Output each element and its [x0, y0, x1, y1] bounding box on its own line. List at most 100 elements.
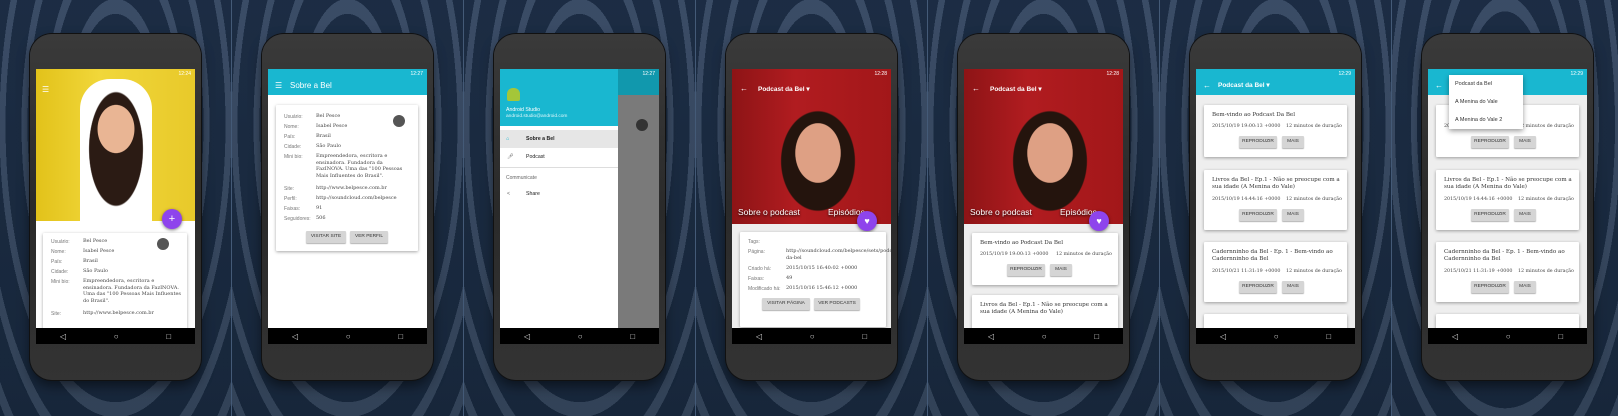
tab-sobre-podcast[interactable]: Sobre o podcast: [738, 207, 800, 217]
recents-icon[interactable]: □: [1094, 332, 1099, 341]
home-icon[interactable]: ○: [1042, 332, 1047, 341]
value-modificado: 2015/10/16 15:46:12 +0000: [786, 285, 858, 291]
home-icon[interactable]: ○: [810, 332, 815, 341]
share-icon: <: [507, 191, 511, 197]
favorite-fab-button[interactable]: ♥: [857, 211, 877, 231]
podcast-header-photo: [964, 69, 1123, 224]
back-arrow-icon[interactable]: ←: [740, 84, 748, 93]
value-minibio: Empreendedora, escritora e ensinadora. F…: [316, 153, 403, 179]
recents-icon[interactable]: □: [166, 332, 171, 341]
more-button[interactable]: MAIS: [1514, 281, 1536, 293]
drawer-header: Android Studio android.studio@android.co…: [500, 69, 618, 126]
page-title: Sobre a Bel: [290, 81, 332, 90]
screen-about: 12:27 ☰ Sobre a Bel Usuário: Bel Pesce N…: [268, 69, 427, 344]
back-icon[interactable]: ◁: [60, 332, 66, 341]
add-fab-button[interactable]: +: [162, 209, 182, 229]
menu-item[interactable]: A Menina do Vale 2: [1449, 111, 1523, 129]
back-icon[interactable]: ◁: [988, 332, 994, 341]
view-podcasts-button[interactable]: VER PODCASTS: [814, 298, 860, 310]
back-icon[interactable]: ◁: [1220, 332, 1226, 341]
more-button[interactable]: MAIS: [1514, 136, 1536, 148]
divider: [500, 167, 618, 168]
home-icon[interactable]: ○: [114, 332, 119, 341]
value-faixas: 91: [316, 205, 323, 211]
back-icon[interactable]: ◁: [524, 332, 530, 341]
recents-icon[interactable]: □: [862, 332, 867, 341]
screen-podcast-about: 12:28 ← Podcast da Bel ▾ Sobre o podcast…: [732, 69, 891, 344]
episode-title: Livros da Bel - Ep.1 - Não se preocupe c…: [1444, 177, 1572, 190]
label-faixas: Faixas:: [748, 276, 765, 282]
more-button[interactable]: MAIS: [1282, 136, 1304, 148]
phone-frame: 12:28 ← Podcast da Bel ▾ Sobre o podcast…: [958, 34, 1129, 380]
back-arrow-icon[interactable]: ←: [1435, 79, 1443, 93]
home-icon[interactable]: ○: [1506, 332, 1511, 341]
episode-date: 2015/10/19 14:44:16 +0000: [1212, 197, 1281, 202]
episode-card: Bem-vindo ao Podcast Da Bel 2015/10/19 1…: [972, 233, 1118, 285]
menu-item[interactable]: A Menina do Vale: [1449, 93, 1523, 111]
home-icon[interactable]: ○: [578, 332, 583, 341]
play-button[interactable]: REPRODUZIR: [1239, 281, 1277, 293]
label-pagina: Página:: [748, 249, 765, 255]
play-button[interactable]: REPRODUZIR: [1471, 136, 1509, 148]
app-bar: 12:29 ← Podcast da Bel ▾: [1196, 69, 1355, 95]
screenshot-1: 12:24 ☰ + Usuário: Bel Pesce Nome: Isabe…: [0, 0, 231, 416]
more-button[interactable]: MAIS: [1514, 209, 1536, 221]
scrim[interactable]: [618, 95, 659, 328]
podcast-selector[interactable]: Podcast da Bel ▾: [990, 85, 1042, 93]
view-profile-button[interactable]: VER PERFIL: [350, 231, 388, 243]
drawer-item-sobre[interactable]: ⌂ Sobre a Bel: [500, 130, 618, 148]
android-logo-icon: [507, 88, 520, 101]
back-icon[interactable]: ◁: [756, 332, 762, 341]
status-bar: 12:24: [178, 71, 191, 77]
recents-icon[interactable]: □: [1326, 332, 1331, 341]
play-button[interactable]: REPRODUZIR: [1007, 264, 1045, 276]
label-usuario: Usuário:: [284, 114, 303, 120]
more-button[interactable]: MAIS: [1282, 209, 1304, 221]
back-icon[interactable]: ◁: [292, 332, 298, 341]
nav-bar: ◁ ○ □: [1196, 328, 1355, 344]
home-icon[interactable]: ○: [346, 332, 351, 341]
play-button[interactable]: REPRODUZIR: [1471, 209, 1509, 221]
tab-sobre-podcast[interactable]: Sobre o podcast: [970, 207, 1032, 217]
label-perfil: Perfil:: [284, 196, 297, 202]
visit-page-button[interactable]: VISITAR PÁGINA: [762, 298, 810, 310]
menu-item[interactable]: Podcast da Bel: [1449, 75, 1523, 93]
episode-duration: 12 minutos de duração: [1518, 197, 1574, 202]
play-button[interactable]: REPRODUZIR: [1239, 136, 1277, 148]
podcast-dropdown-menu: Podcast da Bel A Menina do Vale A Menina…: [1449, 75, 1523, 129]
play-button[interactable]: REPRODUZIR: [1471, 281, 1509, 293]
episode-date: 2015/10/19 19:00:13 +0000: [980, 252, 1049, 257]
phone-frame: 12:29 ← Podcast da Bel ▾ Bem-vindo ao Po…: [1190, 34, 1361, 380]
nav-bar: ◁ ○ □: [964, 328, 1123, 344]
episode-duration: 12 minutos de duração: [1286, 269, 1342, 274]
back-arrow-icon[interactable]: ←: [972, 84, 980, 93]
episode-duration: 12 minutos de duração: [1286, 197, 1342, 202]
menu-icon[interactable]: ☰: [42, 85, 49, 94]
drawer-section-title: Communicate: [506, 175, 537, 181]
recents-icon[interactable]: □: [630, 332, 635, 341]
menu-icon[interactable]: ☰: [275, 79, 282, 93]
screenshot-3: 12:27 Android Studio android.studio@andr…: [464, 0, 695, 416]
recents-icon[interactable]: □: [1558, 332, 1563, 341]
episode-title: Cadernninho da Bel - Ep. 1 - Bem-vindo a…: [1212, 249, 1333, 262]
podcast-selector[interactable]: Podcast da Bel ▾: [758, 85, 810, 93]
home-icon[interactable]: ○: [1274, 332, 1279, 341]
drawer-item-share[interactable]: < Share: [500, 185, 618, 203]
recents-icon[interactable]: □: [398, 332, 403, 341]
favorite-fab-button[interactable]: ♥: [1089, 211, 1109, 231]
back-arrow-icon[interactable]: ←: [1203, 79, 1211, 93]
podcast-selector[interactable]: Podcast da Bel ▾: [1218, 79, 1270, 93]
visit-site-button[interactable]: VISITAR SITE: [306, 231, 346, 243]
drawer-item-podcast[interactable]: 🎤︎ Podcast: [500, 148, 618, 166]
status-bar: 12:27: [410, 71, 423, 77]
label-modificado: Modificado há:: [748, 286, 781, 292]
back-icon[interactable]: ◁: [1452, 332, 1458, 341]
more-button[interactable]: MAIS: [1282, 281, 1304, 293]
phone-frame: 12:27 ☰ Sobre a Bel Usuário: Bel Pesce N…: [262, 34, 433, 380]
episode-duration: 12 minutos de duração: [1286, 124, 1342, 129]
label-site: Site:: [284, 186, 295, 192]
more-button[interactable]: MAIS: [1050, 264, 1072, 276]
screen-drawer: 12:27 Android Studio android.studio@andr…: [500, 69, 659, 344]
avatar: [157, 238, 169, 250]
play-button[interactable]: REPRODUZIR: [1239, 209, 1277, 221]
